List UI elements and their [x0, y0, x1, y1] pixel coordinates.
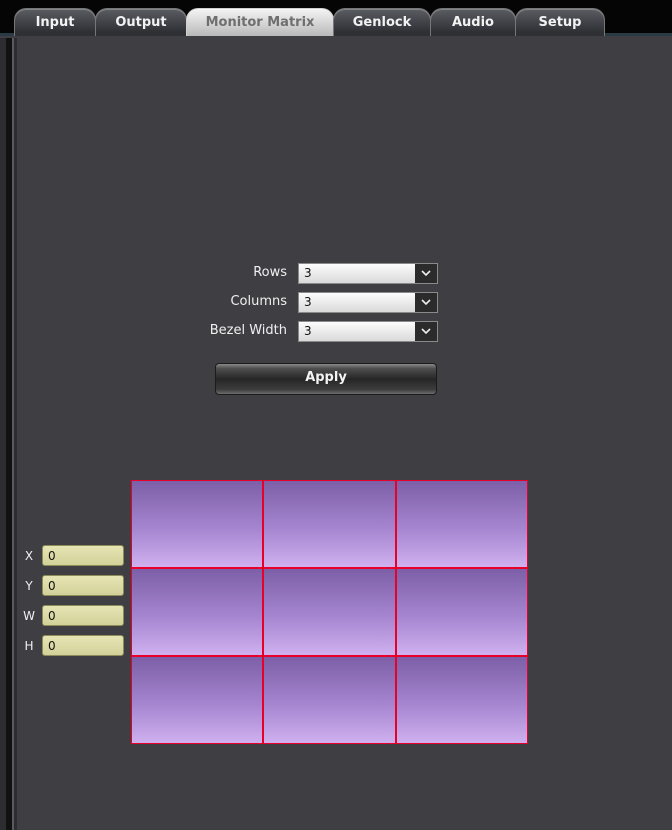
tab-bar: Input Output Monitor Matrix Genlock Audi… [0, 0, 672, 38]
tab-audio[interactable]: Audio [430, 8, 516, 36]
matrix-cell[interactable] [131, 656, 263, 744]
matrix-cell[interactable] [263, 656, 396, 744]
w-label: W [23, 609, 35, 623]
columns-select[interactable]: 3 [298, 292, 438, 313]
x-label: X [24, 549, 34, 563]
matrix-cell[interactable] [131, 568, 263, 656]
h-label: H [24, 639, 34, 653]
h-field[interactable]: 0 [42, 635, 124, 656]
w-field[interactable]: 0 [42, 605, 124, 626]
chevron-down-icon[interactable] [415, 264, 437, 283]
y-label: Y [25, 579, 33, 593]
y-field[interactable]: 0 [42, 575, 124, 596]
y-row: Y 0 [22, 575, 132, 597]
bezel-width-label: Bezel Width [209, 323, 287, 338]
tab-output[interactable]: Output [95, 8, 187, 36]
rows-select[interactable]: 3 [298, 263, 438, 284]
matrix-cell[interactable] [263, 480, 396, 568]
w-row: W 0 [22, 605, 132, 627]
matrix-cell[interactable] [263, 568, 396, 656]
tab-setup[interactable]: Setup [515, 8, 605, 36]
bezel-width-select[interactable]: 3 [298, 321, 438, 342]
tab-monitor-matrix[interactable]: Monitor Matrix [186, 8, 334, 36]
rows-value: 3 [304, 266, 312, 280]
rows-row: Rows 3 [200, 262, 445, 284]
chevron-down-icon[interactable] [415, 293, 437, 312]
chevron-down-icon[interactable] [415, 322, 437, 341]
matrix-cell[interactable] [396, 568, 528, 656]
left-rail [0, 38, 17, 830]
tab-genlock[interactable]: Genlock [333, 8, 431, 36]
bezel-width-row: Bezel Width 3 [200, 320, 445, 342]
columns-label: Columns [230, 294, 287, 309]
rows-label: Rows [253, 265, 287, 280]
matrix-cell[interactable] [396, 480, 528, 568]
apply-button[interactable]: Apply [215, 363, 437, 395]
h-row: H 0 [22, 635, 132, 657]
x-row: X 0 [22, 545, 132, 567]
matrix-cell[interactable] [131, 480, 263, 568]
left-rail-edge [12, 38, 14, 830]
bezel-width-value: 3 [304, 324, 312, 338]
matrix-cell[interactable] [396, 656, 528, 744]
tab-input[interactable]: Input [14, 8, 96, 36]
x-field[interactable]: 0 [42, 545, 124, 566]
columns-row: Columns 3 [200, 291, 445, 313]
monitor-matrix-grid [131, 480, 528, 744]
columns-value: 3 [304, 295, 312, 309]
